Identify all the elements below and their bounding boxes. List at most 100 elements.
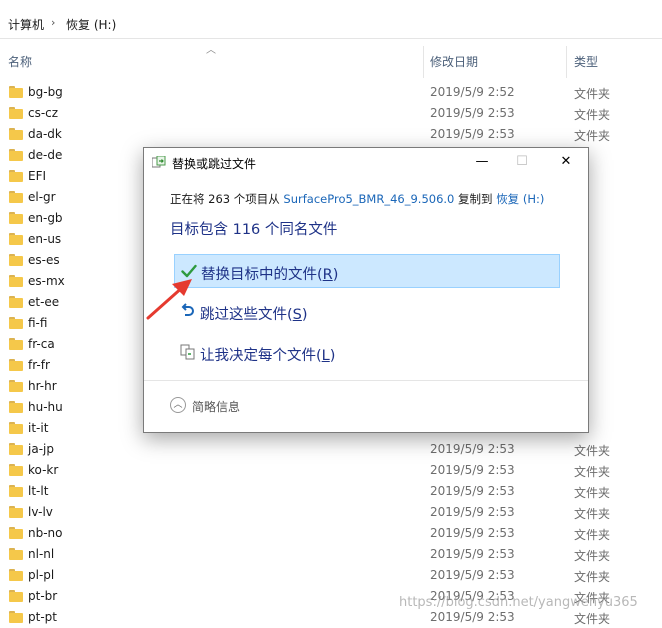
decide-each-file-option[interactable]: 让我决定每个文件(L) [174, 336, 560, 370]
column-date[interactable]: 修改日期 [430, 46, 478, 78]
breadcrumb-separator-icon: › [51, 16, 56, 29]
column-type[interactable]: 类型 [574, 46, 598, 78]
file-type: 文件夹 [574, 444, 611, 458]
folder-icon [9, 548, 23, 560]
folder-icon [9, 149, 23, 161]
file-name: fi-fi [28, 316, 48, 330]
dialog-footer: ︿ 简略信息 [144, 380, 588, 433]
sort-ascending-icon: ︿ [206, 45, 216, 56]
file-row[interactable]: pl-pl 2019/5/9 2:53 文件夹 [0, 565, 662, 586]
file-type: 文件夹 [574, 528, 611, 542]
maximize-button[interactable]: ☐ [502, 148, 542, 176]
minimize-button[interactable]: — [462, 148, 502, 176]
folder-icon [9, 506, 23, 518]
conflict-headline: 目标包含 116 个同名文件 [170, 222, 338, 238]
folder-icon [9, 86, 23, 98]
file-date: 2019/5/9 2:53 [430, 127, 515, 141]
file-name: lv-lv [28, 505, 53, 519]
file-name: hu-hu [28, 400, 63, 414]
file-date: 2019/5/9 2:53 [430, 568, 515, 582]
column-divider[interactable] [566, 46, 567, 78]
column-divider[interactable] [423, 46, 424, 78]
file-name: lt-lt [28, 484, 49, 498]
file-date: 2019/5/9 2:53 [430, 610, 515, 624]
replace-files-label: 替换目标中的文件(R) [201, 267, 339, 283]
file-date: 2019/5/9 2:53 [430, 484, 515, 498]
file-date: 2019/5/9 2:53 [430, 547, 515, 561]
file-date: 2019/5/9 2:53 [430, 442, 515, 456]
file-row[interactable]: lt-lt 2019/5/9 2:53 文件夹 [0, 481, 662, 502]
folder-icon [9, 107, 23, 119]
file-name: et-ee [28, 295, 60, 309]
folder-icon [9, 422, 23, 434]
skip-files-label: 跳过这些文件(S) [200, 307, 308, 323]
folder-icon [9, 233, 23, 245]
dialog-titlebar[interactable]: 替换或跳过文件 — ☐ ✕ [144, 148, 588, 176]
folder-icon [9, 254, 23, 266]
destination-link[interactable]: 恢复 (H:) [496, 192, 544, 206]
file-name: pl-pl [28, 568, 55, 582]
file-row[interactable]: nb-no 2019/5/9 2:53 文件夹 [0, 523, 662, 544]
file-row[interactable]: bg-bg 2019/5/9 2:52 文件夹 [0, 82, 662, 103]
file-type: 文件夹 [574, 465, 611, 479]
address-bar[interactable]: 计算机 › 恢复 (H:) [0, 0, 662, 39]
file-name: pt-br [28, 589, 58, 603]
file-name: it-it [28, 421, 49, 435]
folder-icon [9, 296, 23, 308]
column-name[interactable]: 名称 [8, 46, 32, 78]
file-name: es-es [28, 253, 60, 267]
folder-icon [9, 317, 23, 329]
copy-middle: 复制到 [458, 192, 493, 206]
folder-icon [9, 485, 23, 497]
compare-files-icon [180, 344, 195, 360]
folder-icon [9, 464, 23, 476]
file-row[interactable]: pt-pt 2019/5/9 2:53 文件夹 [0, 607, 662, 628]
file-row[interactable]: cs-cz 2019/5/9 2:53 文件夹 [0, 103, 662, 124]
file-row[interactable]: nl-nl 2019/5/9 2:53 文件夹 [0, 544, 662, 565]
copy-files-icon [152, 156, 166, 168]
watermark: https://blog.csdn.net/yangwenyu365 [399, 595, 638, 610]
close-button[interactable]: ✕ [546, 148, 586, 176]
file-type: 文件夹 [574, 486, 611, 500]
file-type: 文件夹 [574, 129, 611, 143]
file-name: pt-pt [28, 610, 57, 624]
file-date: 2019/5/9 2:53 [430, 526, 515, 540]
file-row[interactable]: da-dk 2019/5/9 2:53 文件夹 [0, 124, 662, 145]
file-name: ja-jp [28, 442, 54, 456]
file-type: 文件夹 [574, 570, 611, 584]
collapse-chevron-icon[interactable]: ︿ [170, 397, 186, 413]
file-name: fr-fr [28, 358, 50, 372]
file-row[interactable]: ko-kr 2019/5/9 2:53 文件夹 [0, 460, 662, 481]
column-header: ︿ 名称 修改日期 类型 [0, 45, 662, 78]
file-date: 2019/5/9 2:53 [430, 106, 515, 120]
folder-icon [9, 275, 23, 287]
file-row[interactable]: lv-lv 2019/5/9 2:53 文件夹 [0, 502, 662, 523]
fewer-details-button[interactable]: 简略信息 [192, 398, 240, 415]
file-name: en-gb [28, 211, 63, 225]
file-type: 文件夹 [574, 507, 611, 521]
file-type: 文件夹 [574, 612, 611, 626]
breadcrumb-current[interactable]: 恢复 (H:) [66, 16, 116, 33]
source-link[interactable]: SurfacePro5_BMR_46_9.506.0 [283, 192, 454, 206]
folder-icon [9, 338, 23, 350]
folder-icon [9, 527, 23, 539]
folder-icon [9, 590, 23, 602]
breadcrumb-computer[interactable]: 计算机 [8, 16, 44, 33]
file-name: nb-no [28, 526, 63, 540]
copy-progress-text: 正在将 263 个项目从 SurfacePro5_BMR_46_9.506.0 … [170, 191, 544, 207]
file-name: hr-hr [28, 379, 57, 393]
dialog-title: 替换或跳过文件 [172, 157, 257, 171]
decide-each-file-label: 让我决定每个文件(L) [200, 348, 336, 364]
file-name: ko-kr [28, 463, 59, 477]
replace-files-option[interactable]: 替换目标中的文件(R) [174, 254, 560, 288]
folder-icon [9, 191, 23, 203]
folder-icon [9, 170, 23, 182]
file-name: es-mx [28, 274, 65, 288]
file-row[interactable]: ja-jp 2019/5/9 2:53 文件夹 [0, 439, 662, 460]
file-type: 文件夹 [574, 549, 611, 563]
file-name: fr-ca [28, 337, 55, 351]
checkmark-icon [181, 264, 197, 278]
skip-files-option[interactable]: 跳过这些文件(S) [174, 295, 560, 329]
copy-prefix: 正在将 263 个项目从 [170, 192, 280, 206]
file-name: cs-cz [28, 106, 59, 120]
